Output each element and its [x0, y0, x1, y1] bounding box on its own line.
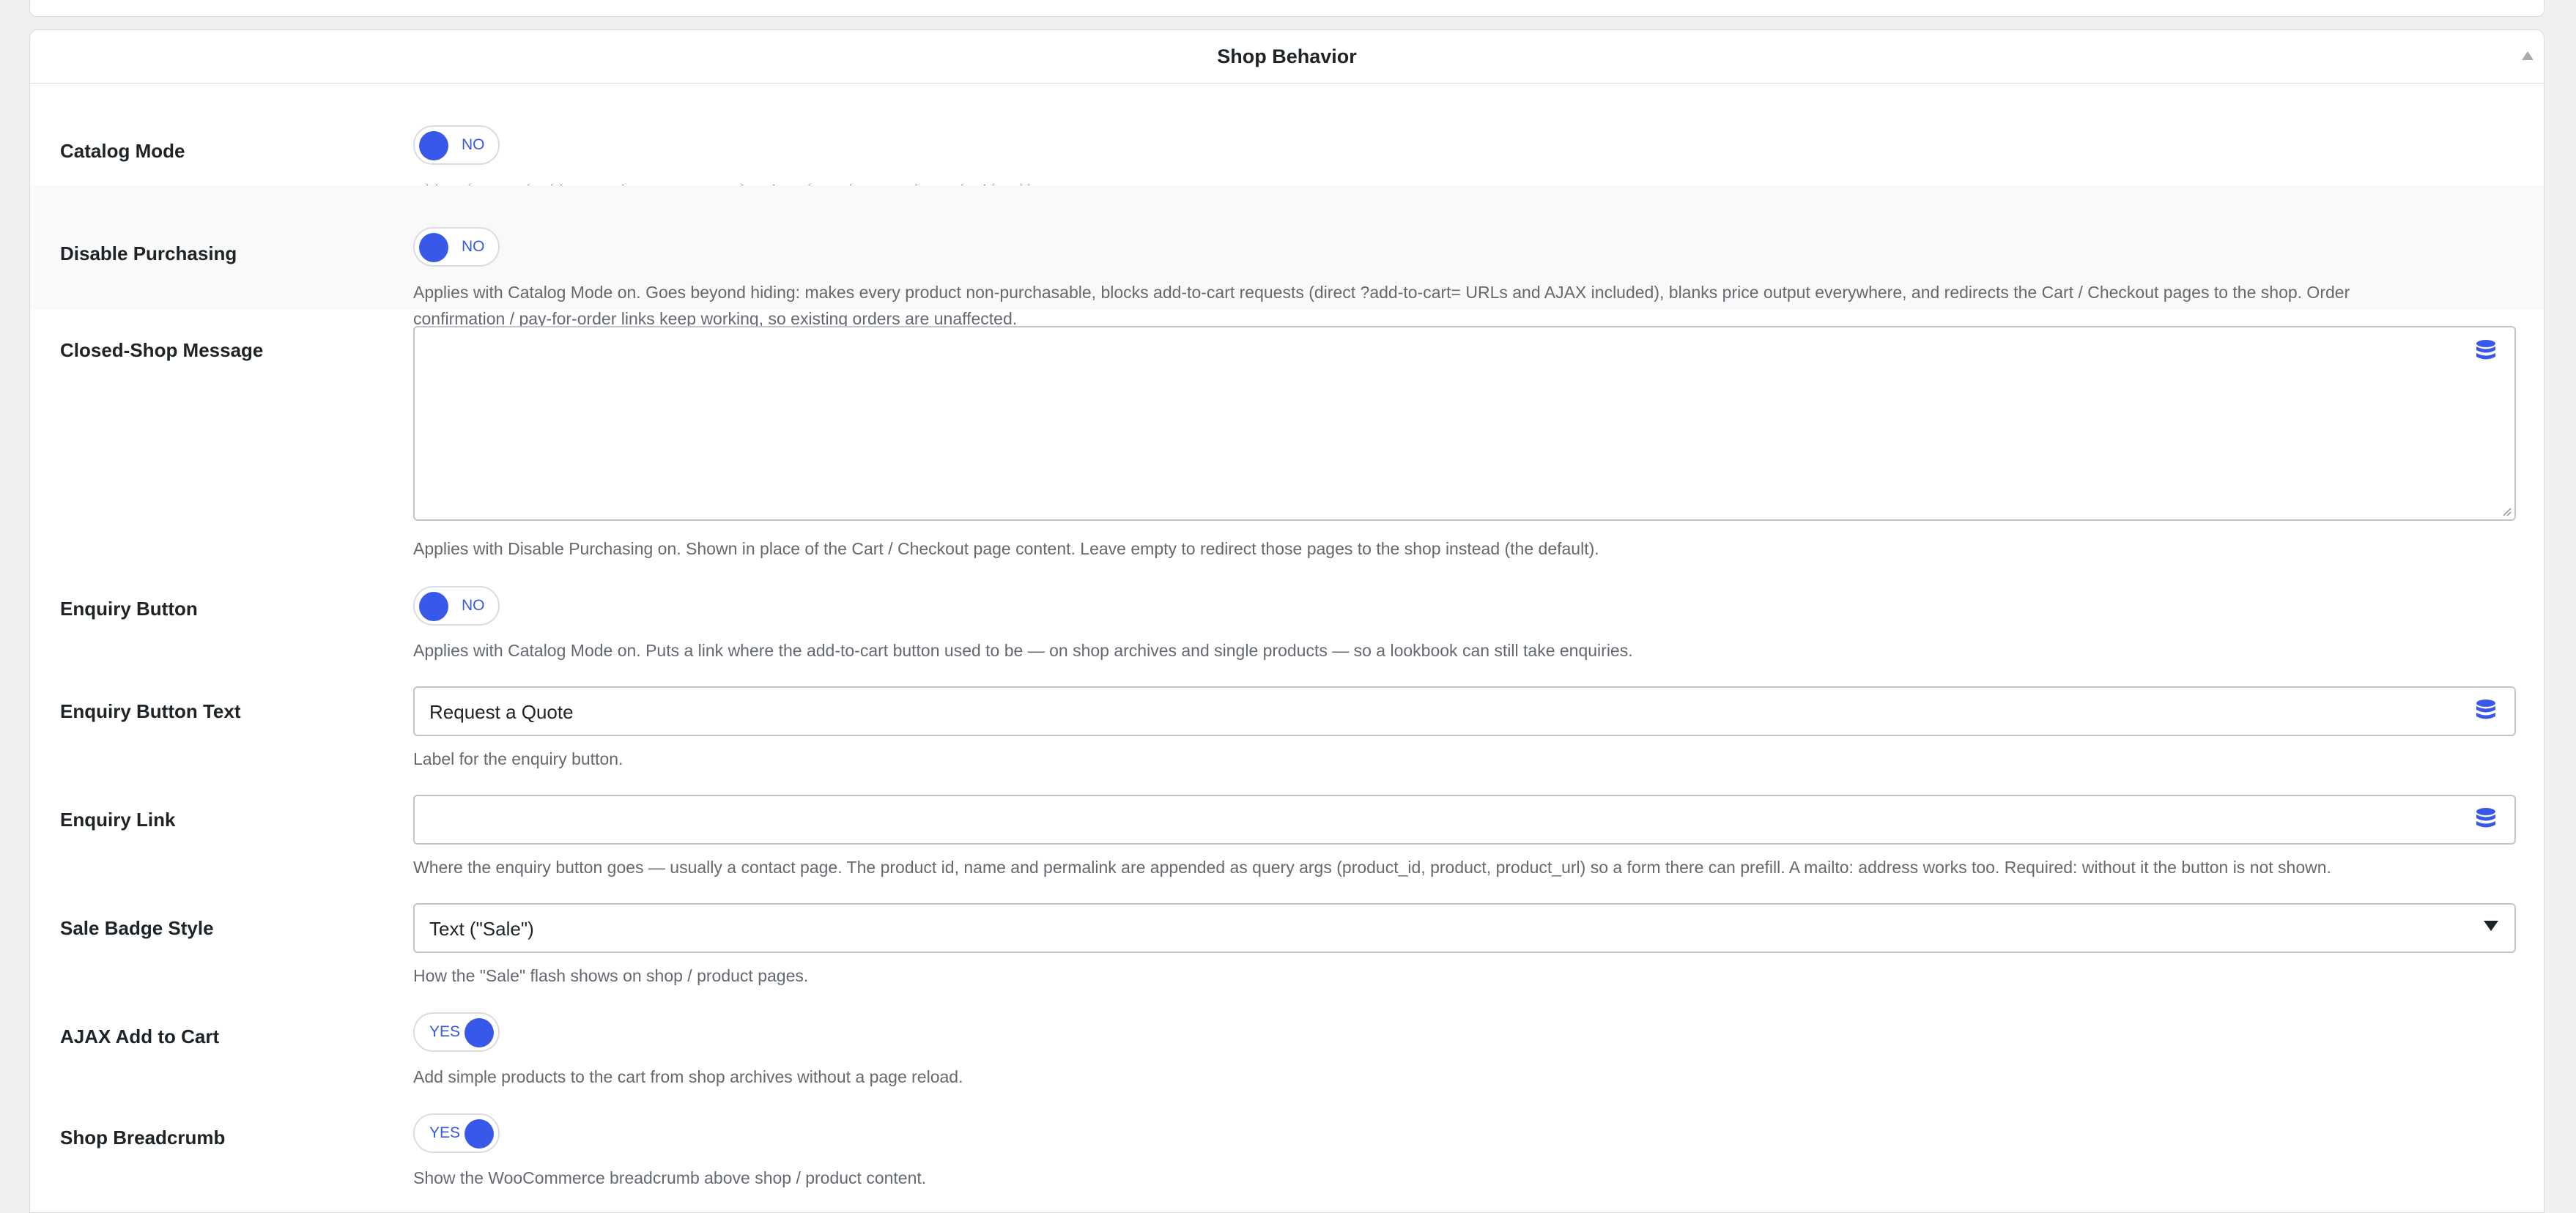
setting-label-catalog-mode: Catalog Mode	[60, 140, 185, 162]
database-icon[interactable]	[2475, 339, 2497, 364]
ajax-add-to-cart-toggle[interactable]: YES	[413, 1012, 500, 1052]
toggle-knob	[465, 1119, 494, 1149]
setting-row-catalog-mode: Catalog Mode	[30, 84, 2544, 185]
toggle-state-text: YES	[429, 1124, 461, 1141]
catalog-mode-toggle[interactable]: NO	[413, 125, 500, 165]
enquiry-button-text-input[interactable]: Request a Quote	[413, 686, 2516, 736]
toggle-state-text: NO	[462, 238, 485, 255]
setting-label-ajax-add-to-cart: AJAX Add to Cart	[60, 1025, 220, 1047]
setting-label-shop-breadcrumb: Shop Breadcrumb	[60, 1127, 226, 1149]
enquiry-link-description: Where the enquiry button goes — usually …	[413, 858, 2331, 877]
shop-breadcrumb-toggle[interactable]: YES	[413, 1113, 500, 1153]
setting-label-disable-purchasing: Disable Purchasing	[60, 242, 237, 264]
enquiry-link-input[interactable]	[413, 795, 2516, 845]
setting-label-sale-badge-style: Sale Badge Style	[60, 917, 214, 939]
closed-shop-message-textarea[interactable]	[413, 326, 2516, 521]
panel-header[interactable]: Shop Behavior	[30, 30, 2544, 84]
sale-badge-style-select[interactable]: Text ("Sale")	[413, 903, 2516, 953]
enquiry-button-toggle[interactable]: NO	[413, 586, 500, 626]
enquiry-button-description: Applies with Catalog Mode on. Puts a lin…	[413, 641, 1633, 660]
previous-panel-edge	[29, 0, 2544, 17]
sale-badge-style-description: How the "Sale" flash shows on shop / pro…	[413, 966, 809, 985]
toggle-state-text: NO	[462, 136, 485, 153]
caret-down-icon[interactable]	[2484, 921, 2498, 931]
disable-purchasing-description-line-1: Applies with Catalog Mode on. Goes beyon…	[413, 283, 2350, 302]
input-value: Request a Quote	[429, 701, 574, 723]
database-icon[interactable]	[2475, 807, 2497, 832]
shop-behavior-panel: Shop Behavior Catalog Mode NO Hide price…	[29, 29, 2544, 1213]
collapse-toggle-icon[interactable]	[2522, 51, 2534, 60]
resize-grip-icon[interactable]	[2501, 506, 2512, 516]
toggle-state-text: YES	[429, 1023, 461, 1040]
database-icon[interactable]	[2475, 699, 2497, 724]
ajax-add-to-cart-description: Add simple products to the cart from sho…	[413, 1067, 963, 1086]
toggle-knob	[465, 1018, 494, 1047]
toggle-knob	[419, 131, 448, 160]
panel-title: Shop Behavior	[1217, 45, 1357, 67]
closed-shop-message-description: Applies with Disable Purchasing on. Show…	[413, 539, 1599, 558]
enquiry-button-text-description: Label for the enquiry button.	[413, 749, 623, 768]
toggle-state-text: NO	[462, 597, 485, 614]
disable-purchasing-toggle[interactable]: NO	[413, 227, 500, 267]
setting-label-enquiry-link: Enquiry Link	[60, 809, 176, 831]
select-value: Text ("Sale")	[429, 918, 534, 940]
shop-breadcrumb-description: Show the WooCommerce breadcrumb above sh…	[413, 1168, 927, 1187]
toggle-knob	[419, 233, 448, 262]
setting-label-enquiry-button-text: Enquiry Button Text	[60, 700, 241, 722]
setting-label-closed-shop-message: Closed-Shop Message	[60, 339, 264, 361]
toggle-knob	[419, 592, 448, 621]
setting-label-enquiry-button: Enquiry Button	[60, 598, 198, 620]
